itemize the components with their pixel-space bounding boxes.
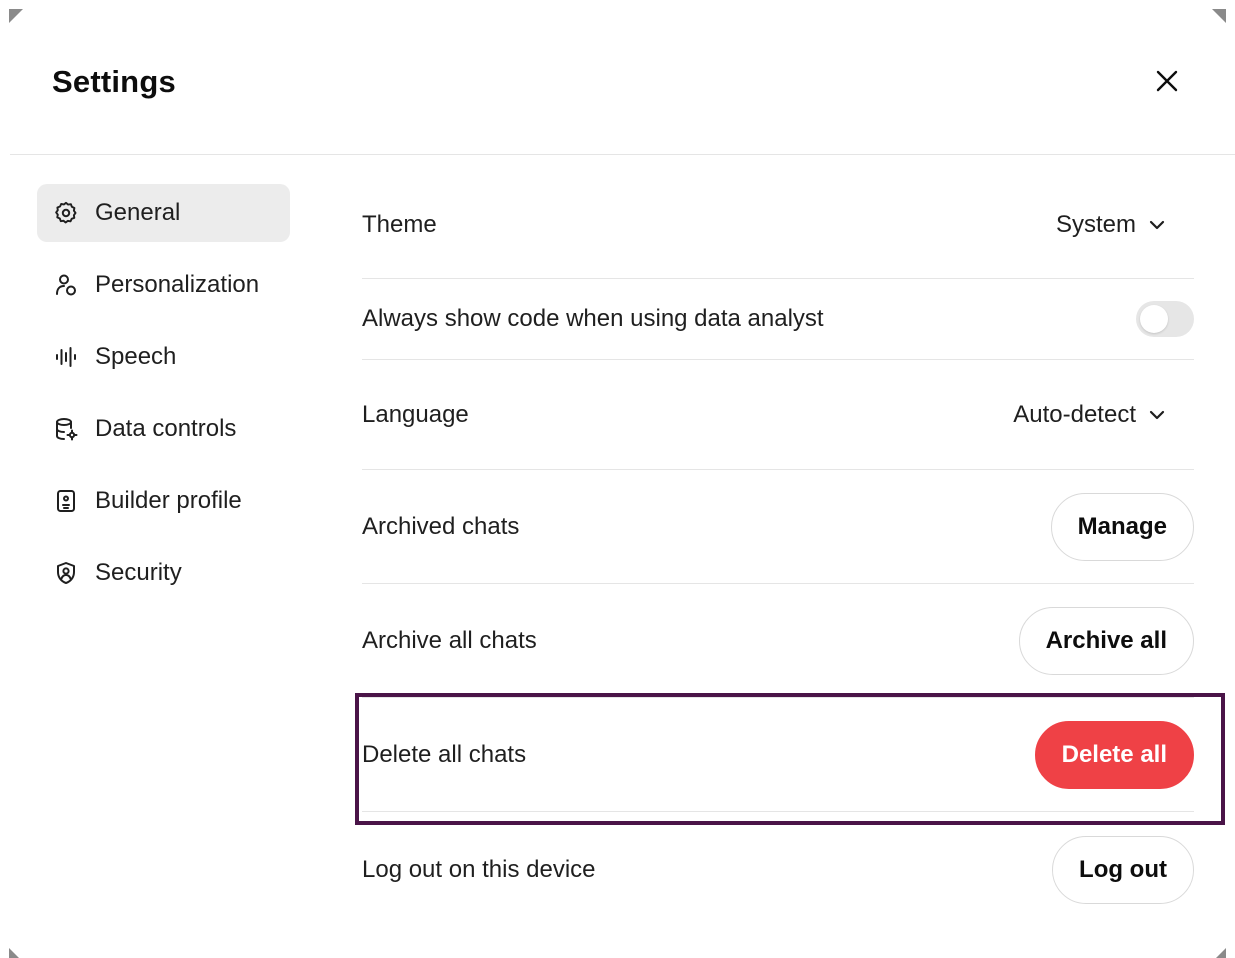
theme-value: System xyxy=(1055,211,1136,238)
settings-panel: Theme System Always show code when using… xyxy=(362,172,1194,927)
chevron-down-icon xyxy=(1148,216,1166,234)
close-button[interactable] xyxy=(1150,64,1184,98)
logout-button[interactable]: Log out xyxy=(1052,835,1194,904)
sidebar-item-speech[interactable]: Speech xyxy=(37,328,290,386)
id-card-icon xyxy=(53,488,79,514)
sidebar-item-label: Personalization xyxy=(95,271,260,298)
language-label: Language xyxy=(362,400,469,428)
theme-dropdown[interactable]: System xyxy=(1056,211,1166,239)
sidebar-item-security[interactable]: Security xyxy=(37,544,290,602)
show-code-label: Always show code when using data analyst xyxy=(362,305,824,332)
sidebar-item-label: Builder profile xyxy=(95,487,242,514)
sidebar-item-builder-profile[interactable]: Builder profile xyxy=(37,472,290,530)
theme-label: Theme xyxy=(362,211,437,238)
sidebar-item-label: Speech xyxy=(95,343,177,370)
toggle-knob xyxy=(1140,305,1168,333)
corner-marker xyxy=(9,948,19,958)
setting-row-logout: Log out on this device Log out xyxy=(362,812,1194,927)
person-icon xyxy=(53,272,79,298)
sidebar-item-personalization[interactable]: Personalization xyxy=(37,256,290,314)
archive-all-button[interactable]: Archive all xyxy=(1018,606,1194,675)
manage-button[interactable]: Manage xyxy=(1050,492,1194,561)
chevron-down-icon xyxy=(1148,406,1166,424)
setting-row-archived-chats: Archived chats Manage xyxy=(362,470,1194,584)
sidebar-item-data-controls[interactable]: Data controls xyxy=(37,400,290,458)
gear-icon xyxy=(53,200,79,226)
setting-row-delete-all: Delete all chats Delete all xyxy=(362,698,1194,812)
close-icon xyxy=(1156,70,1178,92)
corner-marker xyxy=(1216,948,1226,958)
language-value: Auto-detect xyxy=(1013,400,1136,428)
settings-sidebar: General Personalization Speech Data cont… xyxy=(37,184,290,616)
database-gear-icon xyxy=(53,416,79,442)
archive-all-label: Archive all chats xyxy=(362,626,537,654)
language-dropdown[interactable]: Auto-detect xyxy=(1013,401,1166,429)
archived-chats-label: Archived chats xyxy=(362,512,520,540)
setting-row-show-code: Always show code when using data analyst xyxy=(362,279,1194,360)
sidebar-item-label: Security xyxy=(95,559,182,586)
delete-all-button[interactable]: Delete all xyxy=(1034,720,1194,789)
dialog-header: Settings xyxy=(10,0,1235,155)
show-code-toggle[interactable] xyxy=(1136,301,1194,337)
sidebar-item-label: Data controls xyxy=(95,415,237,442)
delete-all-label: Delete all chats xyxy=(362,740,527,768)
shield-user-icon xyxy=(53,560,79,586)
logout-label: Log out on this device xyxy=(362,855,596,883)
dialog-title: Settings xyxy=(52,64,176,99)
setting-row-language: Language Auto-detect xyxy=(362,360,1194,470)
sidebar-item-general[interactable]: General xyxy=(37,184,290,242)
sidebar-item-label: General xyxy=(95,199,181,226)
setting-row-archive-all: Archive all chats Archive all xyxy=(362,584,1194,698)
waveform-icon xyxy=(53,344,79,370)
setting-row-theme: Theme System xyxy=(362,172,1194,279)
